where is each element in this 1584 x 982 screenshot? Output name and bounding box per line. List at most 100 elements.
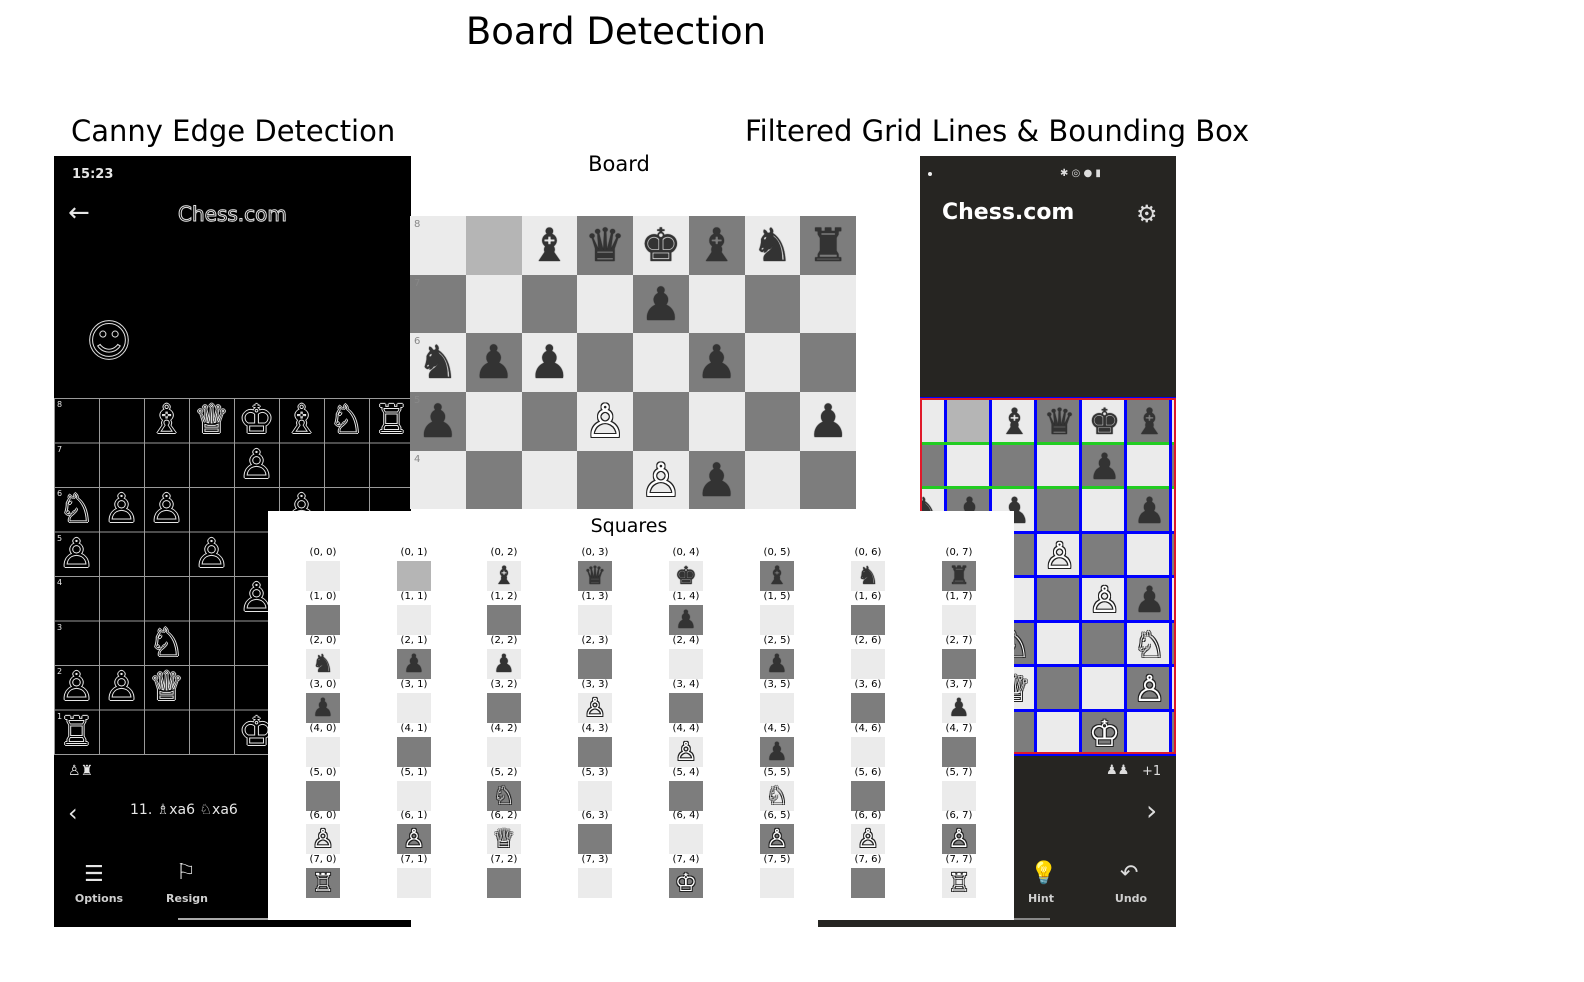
black-pawn-icon: ♟ (492, 648, 516, 678)
square-coordinate-label: (5, 1) (400, 766, 428, 778)
square-coordinate-label: (3, 2) (490, 678, 518, 690)
options-label: Options (74, 892, 124, 905)
white-queen-icon: ♕ (492, 824, 516, 854)
square-image: ♘ (760, 780, 794, 811)
white-king-icon: ♔ (674, 868, 698, 898)
black-bishop-icon: ♗ (148, 397, 185, 443)
square-image (306, 561, 340, 591)
square-image: ♕ (487, 824, 521, 855)
white-pawn-icon: ♙ (584, 394, 626, 449)
black-bishop-icon: ♗ (283, 397, 320, 443)
rank-label: 8 (414, 219, 421, 230)
hint-label[interactable]: Hint (1016, 892, 1066, 905)
square-image: ♟ (942, 692, 976, 723)
black-pawn-icon: ♟ (765, 736, 789, 766)
black-queen-icon: ♛ (584, 218, 626, 272)
black-rook-icon: ♖ (373, 397, 410, 443)
arrow-left-icon: ← (68, 198, 90, 228)
square-coordinate-label: (5, 6) (854, 766, 882, 778)
rank-label: 8 (57, 400, 63, 409)
white-knight-icon: ♘ (765, 780, 789, 810)
square-image (851, 692, 885, 723)
rank-label: 2 (57, 667, 63, 676)
square-image: ♖ (942, 868, 976, 899)
status-time: 15:23 (72, 167, 114, 182)
hint-icon: 💡 (1030, 861, 1058, 886)
board-square (800, 274, 856, 334)
black-pawn-icon: ♟ (473, 335, 515, 390)
chevron-right-icon[interactable]: › (1146, 794, 1157, 827)
board-square (465, 274, 522, 334)
square-image: ♙ (942, 824, 976, 855)
board-square (577, 274, 633, 334)
square-coordinate-label: (3, 7) (945, 678, 973, 690)
white-rook-icon: ♖ (311, 868, 335, 898)
square-coordinate-label: (6, 2) (490, 810, 518, 822)
black-pawn-icon: ♙ (238, 441, 275, 488)
rank-label: 1 (57, 711, 63, 721)
black-pawn-icon: ♟ (807, 394, 849, 449)
board-crop: 8 ♝ ♛ ♚ ♝ ♞ ♜ 7 ♟ 6 ♞ ♟ ♟ ♟ 5 ♟ ♙ ♟ 4 ♙ ♟ (410, 216, 856, 510)
square-image: ♔ (669, 868, 703, 899)
black-bishop-icon: ♝ (765, 561, 789, 590)
board-square (577, 333, 633, 393)
rank-label: 6 (57, 489, 63, 498)
square-image: ♟ (487, 648, 521, 679)
board-title: Board (588, 152, 650, 176)
rank-label: 7 (414, 277, 421, 289)
square-coordinate-label: (5, 3) (581, 766, 609, 778)
square-image (942, 604, 976, 635)
square-image (760, 692, 794, 723)
white-queen-icon: ♕ (148, 664, 185, 710)
square-coordinate-label: (4, 6) (854, 722, 882, 734)
white-rook-icon: ♖ (947, 868, 971, 898)
square-image: ♛ (578, 561, 612, 591)
square-coordinate-label: (7, 3) (581, 854, 609, 866)
square-image (942, 780, 976, 811)
square-image: ♟ (760, 648, 794, 679)
square-image (578, 868, 612, 899)
square-coordinate-label: (5, 7) (945, 766, 973, 778)
board-square (688, 274, 745, 334)
square-image: ♞ (851, 561, 885, 591)
square-image (397, 692, 431, 723)
shot-logo: Chess.com (942, 200, 1075, 225)
board-square (521, 274, 578, 334)
captured-icon: ♙♜ (68, 763, 94, 779)
undo-label[interactable]: Undo (1106, 892, 1156, 905)
white-pawn-icon: ♙ (583, 692, 607, 722)
white-pawn-icon: ♙ (402, 824, 426, 854)
figure-title: Board Detection (465, 10, 767, 53)
square-coordinate-label: (6, 3) (581, 810, 609, 822)
square-coordinate-label: (3, 1) (400, 678, 428, 690)
square-image (578, 780, 612, 811)
square-image: ♖ (306, 868, 340, 899)
square-coordinate-label: (2, 4) (672, 634, 700, 646)
resign-label: Resign (166, 892, 208, 905)
square-image: ♚ (669, 561, 703, 591)
white-pawn-icon: ♙ (674, 736, 698, 766)
square-image: ♘ (487, 780, 521, 811)
squares-title: Squares (590, 515, 668, 537)
square-coordinate-label: (3, 3) (581, 678, 609, 690)
board-square (577, 450, 633, 510)
black-pawn-icon: ♙ (103, 486, 140, 532)
square-coordinate-label: (3, 0) (309, 678, 337, 690)
screenshot-bottom-strip (818, 920, 920, 927)
rank-label: 3 (57, 622, 63, 632)
rank-label: 7 (57, 444, 63, 454)
board-square (465, 392, 522, 451)
gear-icon[interactable]: ⚙ (1136, 200, 1158, 228)
square-coordinate-label: (3, 4) (672, 678, 700, 690)
square-image (397, 561, 431, 591)
square-image (397, 868, 431, 899)
square-image (397, 604, 431, 635)
white-pawn-icon: ♙ (856, 824, 880, 854)
black-knight-icon: ♞ (751, 218, 793, 272)
board-square (521, 392, 578, 451)
square-image: ♟ (669, 604, 703, 635)
square-image (306, 736, 340, 767)
captured-count: +1 (1142, 764, 1162, 779)
square-coordinate-label: (0, 4) (672, 547, 700, 558)
white-pawn-icon: ♙ (103, 664, 140, 710)
